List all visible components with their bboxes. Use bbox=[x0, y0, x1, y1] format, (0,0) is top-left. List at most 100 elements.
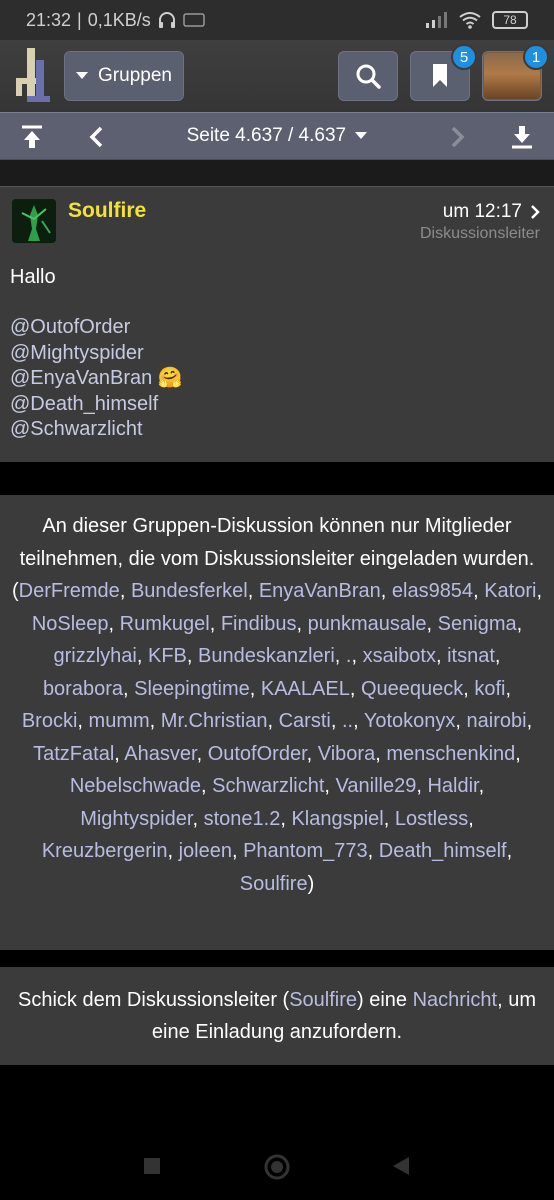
member-link[interactable]: Phantom_773 bbox=[243, 840, 368, 862]
member-link[interactable]: NoSleep bbox=[32, 613, 109, 635]
member-link[interactable]: Mightyspider bbox=[80, 808, 192, 830]
page-label: Seite 4.637 / 4.637 bbox=[186, 125, 347, 146]
member-link[interactable]: Bundeskanzleri bbox=[198, 645, 335, 667]
profile-button[interactable]: 1 bbox=[482, 44, 549, 101]
spacer bbox=[0, 462, 554, 495]
member-link[interactable]: EnyaVanBran bbox=[259, 580, 381, 602]
member-link[interactable]: Soulfire bbox=[240, 873, 308, 895]
mention-link[interactable]: @Schwarzlicht bbox=[10, 417, 183, 443]
battery-level: 78 bbox=[503, 13, 517, 27]
member-link[interactable]: TatzFatal bbox=[33, 743, 114, 765]
mention-link[interactable]: @Death_himself bbox=[10, 392, 183, 418]
jump-to-bottom-icon[interactable] bbox=[510, 125, 534, 149]
top-bar: Gruppen 5 1 bbox=[0, 40, 554, 112]
bookmark-icon bbox=[433, 64, 447, 87]
status-speed: 0,1KB/s bbox=[87, 9, 151, 30]
author-role: Diskussionsleiter bbox=[419, 225, 540, 242]
app-logo[interactable] bbox=[14, 48, 50, 102]
member-link[interactable]: OutofOrder bbox=[208, 743, 307, 765]
member-link[interactable]: Ahasver bbox=[124, 743, 196, 765]
next-page-icon[interactable] bbox=[450, 126, 466, 148]
post-time: um 12:17 bbox=[442, 201, 522, 222]
member-link[interactable]: punkmausale bbox=[308, 613, 427, 635]
status-time: 21:32 bbox=[26, 9, 72, 30]
member-link[interactable]: stone1.2 bbox=[204, 808, 281, 830]
mention-link[interactable]: @OutofOrder bbox=[10, 315, 183, 341]
member-link[interactable]: Death_himself bbox=[379, 840, 507, 862]
member-link[interactable]: Brocki bbox=[22, 710, 78, 732]
member-link[interactable]: Katori bbox=[484, 580, 536, 602]
post-text: Hallo bbox=[10, 266, 56, 288]
battery-icon: 78 bbox=[492, 11, 528, 29]
member-link[interactable]: Findibus bbox=[221, 613, 297, 635]
member-link[interactable]: Rumkugel bbox=[120, 613, 210, 635]
member-link[interactable]: kofi bbox=[474, 678, 505, 700]
mention-link[interactable]: @Mightyspider bbox=[10, 341, 183, 367]
member-link[interactable]: Senigma bbox=[438, 613, 517, 635]
back-icon[interactable] bbox=[392, 1156, 410, 1176]
signal-icon bbox=[426, 12, 447, 28]
member-link[interactable]: Schwarzlicht bbox=[212, 775, 324, 797]
member-link[interactable]: joleen bbox=[179, 840, 232, 862]
message-link[interactable]: Nachricht bbox=[413, 989, 497, 1011]
spacer bbox=[0, 950, 554, 967]
home-icon[interactable] bbox=[264, 1154, 290, 1180]
cta-prefix: Schick dem Diskussionsleiter ( bbox=[18, 989, 290, 1011]
restricted-notice: An dieser Gruppen-Diskussion können nur … bbox=[0, 495, 554, 950]
bookmarks-button[interactable]: 5 bbox=[410, 44, 477, 101]
member-link[interactable]: elas9854 bbox=[392, 580, 473, 602]
member-link[interactable]: Kreuzbergerin bbox=[42, 840, 168, 862]
member-link[interactable]: .. bbox=[342, 710, 353, 732]
post-mentions: @OutofOrder @Mightyspider @EnyaVanBran 🤗… bbox=[10, 315, 183, 443]
member-link[interactable]: borabora bbox=[43, 678, 123, 700]
app-notification-icon bbox=[183, 13, 205, 27]
member-link[interactable]: Sleepingtime bbox=[134, 678, 250, 700]
member-link[interactable]: menschenkind bbox=[386, 743, 515, 765]
member-link[interactable]: Haldir bbox=[427, 775, 478, 797]
pagination-bar: Seite 4.637 / 4.637 bbox=[0, 112, 554, 160]
notifications-badge: 1 bbox=[523, 44, 549, 70]
groups-menu-label: Gruppen bbox=[98, 65, 172, 86]
member-link[interactable]: Lostless bbox=[395, 808, 468, 830]
member-link[interactable]: nairobi bbox=[467, 710, 527, 732]
post-time-link[interactable]: um 12:17 bbox=[443, 201, 540, 223]
post-author[interactable]: Soulfire bbox=[68, 199, 146, 223]
status-bar: 21:32 | 0,1KB/s 78 bbox=[0, 0, 554, 40]
member-list: (DerFremde, Bundesferkel, EnyaVanBran, e… bbox=[12, 580, 542, 895]
system-navigation-bar bbox=[0, 1120, 554, 1200]
member-link[interactable]: Vanille29 bbox=[336, 775, 417, 797]
member-link[interactable]: Nebelschwade bbox=[70, 775, 201, 797]
member-link[interactable]: itsnat bbox=[447, 645, 495, 667]
search-button[interactable] bbox=[338, 51, 398, 101]
page-selector[interactable]: Seite 4.637 / 4.637 bbox=[0, 125, 554, 147]
member-link[interactable]: mumm bbox=[89, 710, 150, 732]
member-link[interactable]: DerFremde bbox=[19, 580, 120, 602]
member-link[interactable]: Vibora bbox=[318, 743, 375, 765]
post: Soulfire um 12:17 Diskussionsleiter Hall… bbox=[0, 186, 554, 462]
member-link[interactable]: Bundesferkel bbox=[131, 580, 248, 602]
member-link[interactable]: Carsti bbox=[279, 710, 331, 732]
member-link[interactable]: KAALAEL bbox=[261, 678, 350, 700]
invite-request: Schick dem Diskussionsleiter (Soulfire) … bbox=[0, 967, 554, 1065]
member-link[interactable]: xsaibotx bbox=[363, 645, 436, 667]
member-link[interactable]: Mr.Christian bbox=[161, 710, 268, 732]
search-icon bbox=[356, 64, 381, 89]
member-link[interactable]: grizzlyhai bbox=[54, 645, 137, 667]
spacer bbox=[0, 160, 554, 186]
status-separator: | bbox=[77, 9, 82, 30]
groups-menu-button[interactable]: Gruppen bbox=[64, 51, 184, 101]
chevron-right-icon bbox=[531, 205, 540, 219]
recents-icon[interactable] bbox=[143, 1157, 161, 1175]
headphones-icon bbox=[158, 12, 175, 28]
notice-text: An dieser Gruppen-Diskussion können nur … bbox=[19, 515, 535, 570]
member-link[interactable]: Queequeck bbox=[361, 678, 463, 700]
member-link[interactable]: . bbox=[346, 645, 352, 667]
member-link[interactable]: Klangspiel bbox=[291, 808, 383, 830]
wifi-icon bbox=[459, 12, 481, 29]
member-link[interactable]: KFB bbox=[148, 645, 187, 667]
member-link[interactable]: Yotokonyx bbox=[364, 710, 456, 732]
author-avatar[interactable] bbox=[12, 199, 56, 243]
mention-link[interactable]: @EnyaVanBran 🤗 bbox=[10, 366, 183, 392]
caret-down-icon bbox=[76, 72, 89, 79]
leader-link[interactable]: Soulfire bbox=[289, 989, 357, 1011]
